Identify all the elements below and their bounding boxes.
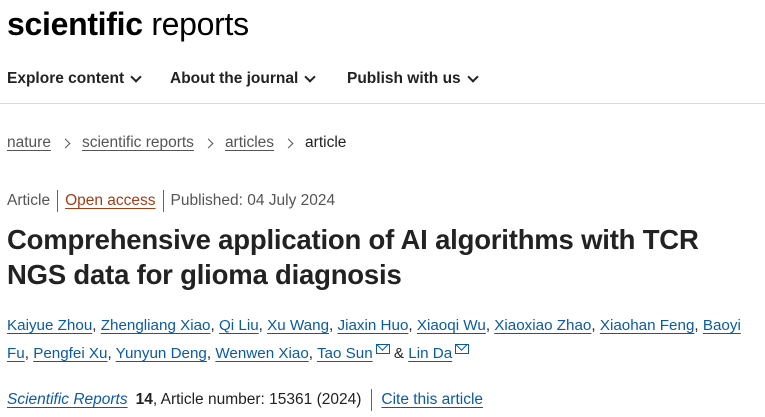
article-title: Comprehensive application of AI algorith… bbox=[7, 224, 699, 290]
chevron-right-icon bbox=[203, 138, 214, 148]
journal-link[interactable]: Scientific Reports bbox=[7, 391, 128, 409]
chevron-down-icon bbox=[304, 70, 316, 83]
citation-line: Scientific Reports 14 , Article number: … bbox=[7, 389, 483, 411]
author-separator: , bbox=[408, 317, 417, 334]
article-type: Article bbox=[7, 192, 51, 209]
chevron-down-icon bbox=[130, 70, 142, 83]
author-separator: , bbox=[308, 345, 317, 362]
author-separator: , bbox=[694, 317, 703, 334]
nav-item-label: Explore content bbox=[7, 70, 125, 87]
author-link[interactable]: Xiaoxiao Zhao bbox=[494, 317, 591, 334]
volume-number: 14 bbox=[135, 391, 153, 408]
published-date: Published: 04 July 2024 bbox=[170, 192, 336, 209]
nav-explore-content[interactable]: Explore content bbox=[7, 70, 142, 88]
author-link[interactable]: Yunyun Deng bbox=[116, 345, 207, 362]
author-separator: , bbox=[485, 317, 495, 334]
divider bbox=[57, 190, 59, 212]
author-link[interactable]: Xiaoqi Wu bbox=[417, 317, 486, 334]
author-link[interactable]: Lin Da bbox=[408, 345, 452, 362]
article-meta: Article Open access Published: 04 July 2… bbox=[7, 190, 335, 212]
author-separator: , bbox=[591, 317, 600, 334]
breadcrumb: nature scientific reports articles artic… bbox=[7, 134, 346, 152]
mail-icon[interactable] bbox=[375, 344, 390, 354]
nav-item-label: Publish with us bbox=[347, 70, 461, 87]
author-link[interactable]: Jiaxin Huo bbox=[337, 317, 408, 334]
divider bbox=[371, 389, 373, 411]
author-link[interactable]: Wenwen Xiao bbox=[215, 345, 308, 362]
main-nav: Explore content About the journal Publis… bbox=[0, 56, 765, 104]
breadcrumb-link-nature[interactable]: nature bbox=[7, 134, 51, 152]
open-access-link[interactable]: Open access bbox=[65, 192, 155, 210]
author-separator: , bbox=[258, 317, 268, 334]
chevron-right-icon bbox=[283, 138, 294, 148]
breadcrumb-link-articles[interactable]: articles bbox=[225, 134, 274, 152]
nav-about-the-journal[interactable]: About the journal bbox=[170, 70, 316, 88]
divider bbox=[162, 190, 164, 212]
nav-item-label: About the journal bbox=[170, 70, 299, 87]
logo-light-text: reports bbox=[142, 6, 249, 42]
chevron-right-icon bbox=[60, 138, 71, 148]
author-separator: , bbox=[107, 345, 116, 362]
mail-icon[interactable] bbox=[455, 344, 470, 354]
author-link[interactable]: Pengfei Xu bbox=[33, 345, 107, 362]
author-link[interactable]: Qi Liu bbox=[219, 317, 259, 334]
author-link[interactable]: Xu Wang bbox=[267, 317, 329, 334]
author-link[interactable]: Zhengliang Xiao bbox=[101, 317, 211, 334]
author-list: Kaiyue Zhou, Zhengliang Xiao, Qi Liu, Xu… bbox=[7, 312, 762, 368]
site-logo[interactable]: scientific reports bbox=[7, 4, 249, 44]
author-link[interactable]: Tao Sun bbox=[317, 345, 373, 362]
breadcrumb-current: article bbox=[305, 134, 347, 151]
author-separator: , bbox=[210, 317, 219, 334]
article-number: , Article number: 15361 (2024) bbox=[152, 391, 362, 408]
author-separator: , bbox=[24, 345, 34, 362]
nav-publish-with-us[interactable]: Publish with us bbox=[347, 70, 479, 88]
cite-this-article-link[interactable]: Cite this article bbox=[381, 391, 483, 409]
author-link[interactable]: Kaiyue Zhou bbox=[7, 317, 92, 334]
author-separator: , bbox=[92, 317, 101, 334]
logo-bold-text: scientific bbox=[7, 6, 143, 42]
breadcrumb-link-scientific-reports[interactable]: scientific reports bbox=[82, 134, 194, 152]
chevron-down-icon bbox=[467, 70, 479, 83]
author-and: & bbox=[389, 345, 409, 362]
author-link[interactable]: Xiaohan Feng bbox=[600, 317, 695, 334]
